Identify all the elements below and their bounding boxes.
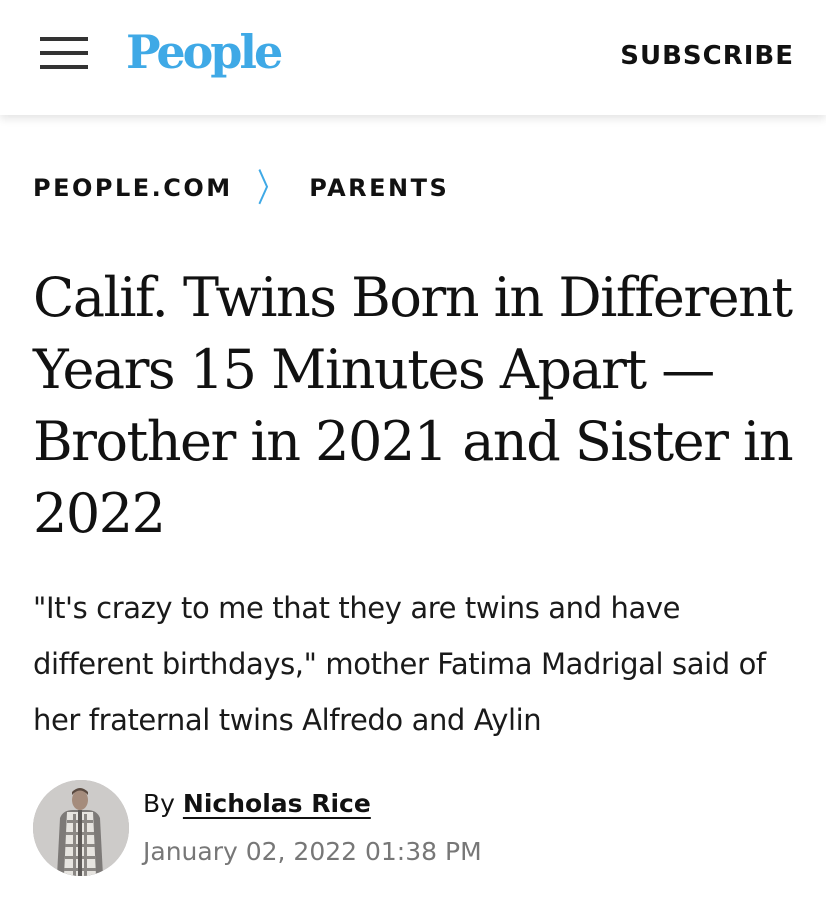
- chevron-right-icon: 〉: [256, 166, 286, 210]
- hamburger-menu-icon[interactable]: [40, 37, 88, 71]
- breadcrumb: PEOPLE.COM 〉 PARENTS: [33, 168, 449, 208]
- breadcrumb-item-parents[interactable]: PARENTS: [309, 174, 449, 202]
- author-photo-icon: [33, 780, 129, 876]
- site-header: People SUBSCRIBE: [0, 0, 826, 115]
- byline-block: By Nicholas Rice January 02, 2022 01:38 …: [33, 780, 793, 880]
- subscribe-button[interactable]: SUBSCRIBE: [620, 38, 794, 74]
- byline-prefix: By: [143, 789, 175, 818]
- people-logo[interactable]: People: [126, 22, 283, 82]
- byline: By Nicholas Rice: [143, 786, 371, 822]
- author-avatar[interactable]: [33, 780, 129, 876]
- article-title: Calif. Twins Born in Different Years 15 …: [33, 266, 794, 545]
- publish-date: January 02, 2022 01:38 PM: [143, 837, 482, 866]
- author-link[interactable]: Nicholas Rice: [183, 789, 371, 818]
- article-dek: "It's crazy to me that they are twins an…: [33, 591, 766, 737]
- breadcrumb-item-people-com[interactable]: PEOPLE.COM: [33, 174, 233, 202]
